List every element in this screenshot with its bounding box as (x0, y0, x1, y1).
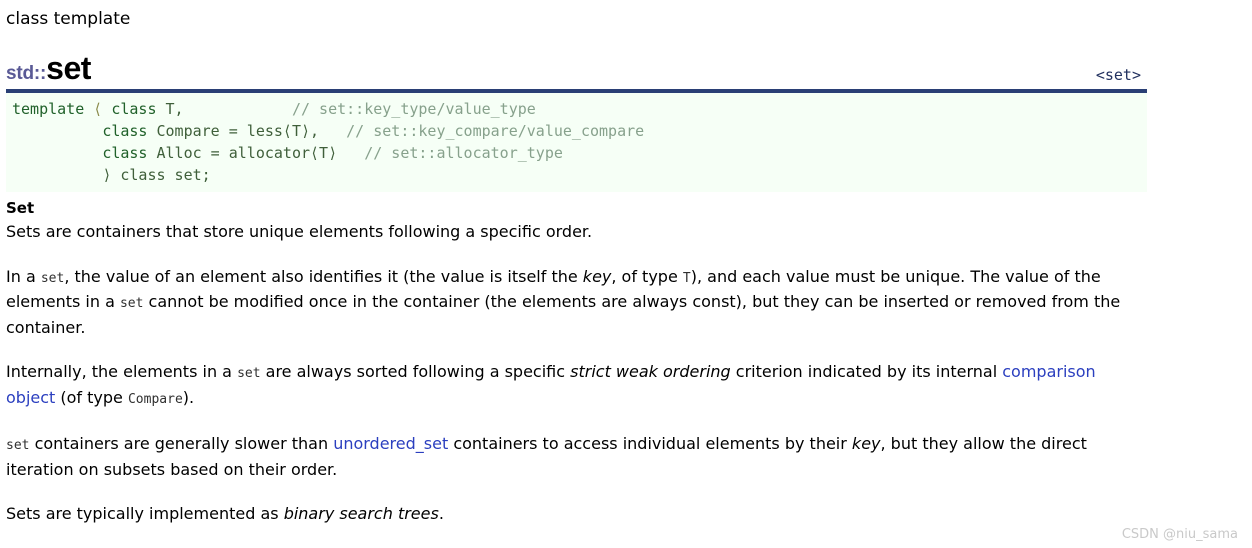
code-keyword-template: template (12, 100, 85, 119)
title-name: set (46, 50, 91, 87)
include-header-link[interactable]: <set> (1096, 66, 1141, 84)
code-keyword-class-2: class (102, 122, 148, 141)
code-comment-1: // set::key_type/value_type (291, 100, 536, 119)
p4-text-b: containers to access individual elements… (448, 434, 852, 454)
inline-code-T: T (682, 270, 691, 286)
section-title: Set (6, 199, 35, 218)
paragraph-intro-text: Sets are containers that store unique el… (6, 222, 593, 242)
inline-code-set-2: set (119, 296, 144, 312)
code-declaration: ⟩ class set; (102, 166, 211, 185)
paragraph-intro: Sets are containers that store unique el… (6, 220, 1146, 244)
p2-text-e: cannot be modified once in the container… (6, 292, 1121, 337)
paragraph-key-uniqueness: In a set, the value of an element also i… (6, 265, 1146, 340)
p3-text-d: (of type (55, 387, 128, 407)
p3-text-a: Internally, the elements in a (6, 362, 238, 382)
code-keyword-class-1: class (111, 100, 157, 119)
p3-text-c: criterion indicated by its internal (730, 362, 1003, 382)
emphasis-strict-weak-ordering: strict weak ordering (570, 362, 731, 382)
inline-code-set-3: set (237, 366, 261, 382)
page-title: std::set (6, 51, 1252, 91)
emphasis-binary-search-trees: binary search trees (283, 504, 439, 524)
p3-text-e: ). (182, 387, 195, 407)
inline-code-compare: Compare (127, 391, 183, 407)
p5-text-a: Sets are typically implemented as (6, 504, 284, 524)
code-comment-3: // set::allocator_type (364, 144, 563, 163)
code-angle-open: ⟨ (84, 100, 112, 119)
title-namespace: std:: (6, 63, 47, 85)
emphasis-key-2: key (851, 434, 881, 454)
title-row: std::set <set> (6, 51, 1252, 85)
code-signature-block: template ⟨ class T, // set::key_type/val… (6, 93, 1147, 193)
inline-code-set-4: set (6, 438, 30, 454)
code-param-3: Alloc = allocator⟨T⟩ (147, 144, 338, 163)
page-kicker: class template (6, 9, 131, 29)
code-comment-2: // set::key_compare/value_compare (346, 122, 645, 141)
code-param-2: Compare = less⟨T⟩, (147, 122, 320, 141)
code-param-1: T, (156, 100, 184, 119)
p2-text-a: In a (6, 266, 41, 286)
link-unordered-set[interactable]: unordered_set (333, 434, 448, 453)
paragraph-implementation: Sets are typically implemented as binary… (6, 502, 1146, 526)
code-keyword-class-3: class (102, 144, 148, 163)
paragraph-ordering: Internally, the elements in a set are al… (6, 360, 1146, 411)
p2-text-c: , of type (611, 266, 683, 286)
watermark: CSDN @niu_sama (1121, 527, 1238, 542)
p5-text-b: . (438, 504, 444, 524)
emphasis-key-1: key (582, 266, 612, 286)
p2-text-b: , the value of an element also identifie… (64, 266, 583, 286)
p3-text-b: are always sorted following a specific (260, 362, 571, 382)
document-page: class template std::set <set> template ⟨… (0, 0, 1252, 526)
paragraph-performance: set containers are generally slower than… (6, 432, 1146, 481)
p4-text-a: containers are generally slower than (29, 434, 334, 454)
inline-code-set-1: set (40, 270, 65, 286)
